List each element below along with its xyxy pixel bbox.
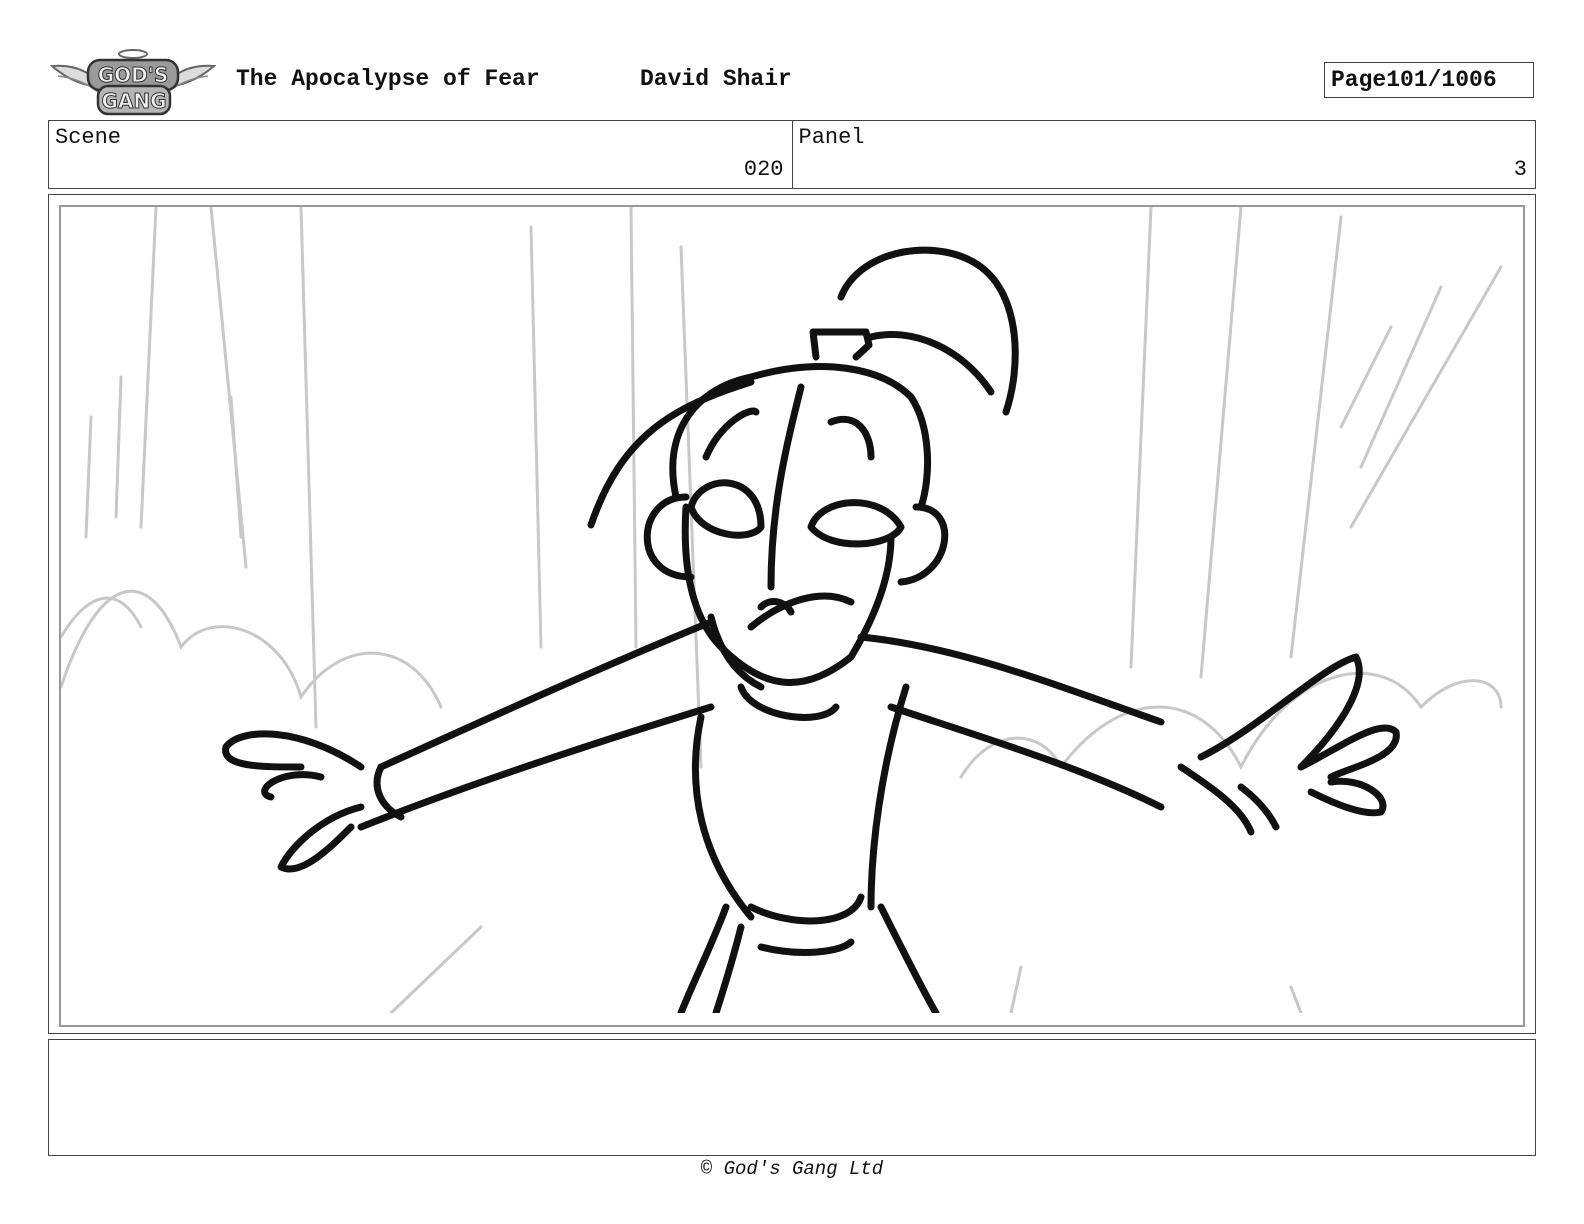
page-label: Page bbox=[1331, 67, 1387, 93]
storyboard-title: The Apocalypse of Fear bbox=[236, 66, 540, 92]
author-name: David Shair bbox=[640, 66, 792, 92]
svg-text:GANG: GANG bbox=[101, 89, 166, 113]
panel-drawing-area bbox=[59, 205, 1525, 1027]
scene-panel-row: Scene 020 Panel 3 bbox=[48, 120, 1536, 189]
action-notes-box bbox=[48, 1039, 1536, 1156]
scene-label: Scene bbox=[55, 125, 122, 150]
copyright-footer: © God's Gang Ltd bbox=[700, 1158, 884, 1180]
gods-gang-logo: GOD'S GANG bbox=[49, 46, 217, 118]
panel-label: Panel bbox=[798, 125, 865, 150]
page-number: 101/1006 bbox=[1386, 67, 1497, 93]
scene-cell: Scene 020 bbox=[49, 121, 792, 188]
svg-text:GOD'S: GOD'S bbox=[98, 63, 169, 87]
character-sketch bbox=[61, 207, 1503, 1013]
scene-number: 020 bbox=[743, 157, 784, 182]
page-indicator: Page 101/1006 bbox=[1324, 62, 1534, 98]
panel-number: 3 bbox=[1513, 157, 1527, 182]
storyboard-panel-frame bbox=[48, 194, 1536, 1034]
panel-cell: Panel 3 bbox=[791, 121, 1536, 188]
